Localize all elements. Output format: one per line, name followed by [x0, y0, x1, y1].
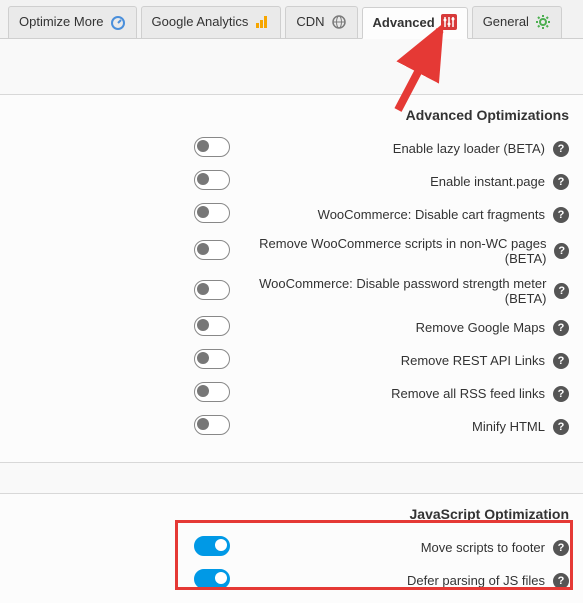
- dashboard-icon: [110, 14, 126, 30]
- help-icon[interactable]: ?: [553, 320, 569, 336]
- help-icon[interactable]: ?: [553, 419, 569, 435]
- setting-row: WooCommerce: Disable cart fragments?: [14, 203, 569, 226]
- sliders-icon: [441, 14, 457, 30]
- setting-row: WooCommerce: Disable password strength m…: [14, 276, 569, 306]
- setting-row: Defer parsing of JS files?: [14, 569, 569, 592]
- toggle-js-1[interactable]: [194, 569, 230, 589]
- tab-advanced[interactable]: Advanced: [362, 7, 468, 39]
- setting-label: WooCommerce: Disable cart fragments: [318, 207, 545, 222]
- tab-label: CDN: [296, 14, 324, 29]
- setting-label: Minify HTML: [472, 419, 545, 434]
- help-icon[interactable]: ?: [553, 207, 569, 223]
- setting-row: Remove all RSS feed links?: [14, 382, 569, 405]
- toggle-adv-0[interactable]: [194, 137, 230, 157]
- setting-label: Remove Google Maps: [416, 320, 545, 335]
- setting-label: Remove REST API Links: [401, 353, 545, 368]
- toggle-adv-7[interactable]: [194, 382, 230, 402]
- toggle-adv-2[interactable]: [194, 203, 230, 223]
- toggle-adv-1[interactable]: [194, 170, 230, 190]
- setting-row: Enable instant.page?: [14, 170, 569, 193]
- tab-label: General: [483, 14, 529, 29]
- toggle-adv-6[interactable]: [194, 349, 230, 369]
- setting-row: Minify HTML?: [14, 415, 569, 438]
- help-icon[interactable]: ?: [553, 540, 569, 556]
- setting-label: WooCommerce: Disable password strength m…: [244, 276, 546, 306]
- help-icon[interactable]: ?: [553, 174, 569, 190]
- setting-label: Enable lazy loader (BETA): [393, 141, 545, 156]
- help-icon[interactable]: ?: [553, 573, 569, 589]
- globe-icon: [331, 14, 347, 30]
- settings-panel: Advanced Optimizations Enable lazy loade…: [0, 94, 583, 603]
- setting-label: Remove WooCommerce scripts in non-WC pag…: [244, 236, 546, 266]
- setting-row: Remove REST API Links?: [14, 349, 569, 372]
- setting-row: Remove Google Maps?: [14, 316, 569, 339]
- setting-row: Remove WooCommerce scripts in non-WC pag…: [14, 236, 569, 266]
- toggle-adv-5[interactable]: [194, 316, 230, 336]
- setting-label: Move scripts to footer: [421, 540, 545, 555]
- toggle-adv-4[interactable]: [194, 280, 230, 300]
- setting-row: Enable lazy loader (BETA)?: [14, 137, 569, 160]
- section-title: Advanced Optimizations: [14, 107, 569, 123]
- tab-cdn[interactable]: CDN: [285, 6, 357, 38]
- section-title: JavaScript Optimization: [14, 506, 569, 522]
- advanced-optimizations-section: Advanced Optimizations Enable lazy loade…: [0, 94, 583, 463]
- gear-icon: [535, 14, 551, 30]
- toggle-adv-3[interactable]: [194, 240, 230, 260]
- toggle-adv-8[interactable]: [194, 415, 230, 435]
- help-icon[interactable]: ?: [553, 353, 569, 369]
- setting-label: Enable instant.page: [430, 174, 545, 189]
- help-icon[interactable]: ?: [553, 141, 569, 157]
- setting-label: Remove all RSS feed links: [391, 386, 545, 401]
- toggle-js-0[interactable]: [194, 536, 230, 556]
- tab-google-analytics[interactable]: Google Analytics: [141, 6, 282, 38]
- tabs: Optimize More Google Analytics CDN Advan…: [0, 0, 583, 39]
- analytics-icon: [254, 14, 270, 30]
- help-icon[interactable]: ?: [554, 283, 569, 299]
- tab-label: Optimize More: [19, 14, 104, 29]
- help-icon[interactable]: ?: [554, 243, 569, 259]
- tab-optimize-more[interactable]: Optimize More: [8, 6, 137, 38]
- tab-general[interactable]: General: [472, 6, 562, 38]
- tab-label: Google Analytics: [152, 14, 249, 29]
- setting-label: Defer parsing of JS files: [407, 573, 545, 588]
- setting-row: Move scripts to footer?: [14, 536, 569, 559]
- help-icon[interactable]: ?: [553, 386, 569, 402]
- javascript-optimization-section: JavaScript Optimization Move scripts to …: [0, 493, 583, 603]
- tab-label: Advanced: [373, 15, 435, 30]
